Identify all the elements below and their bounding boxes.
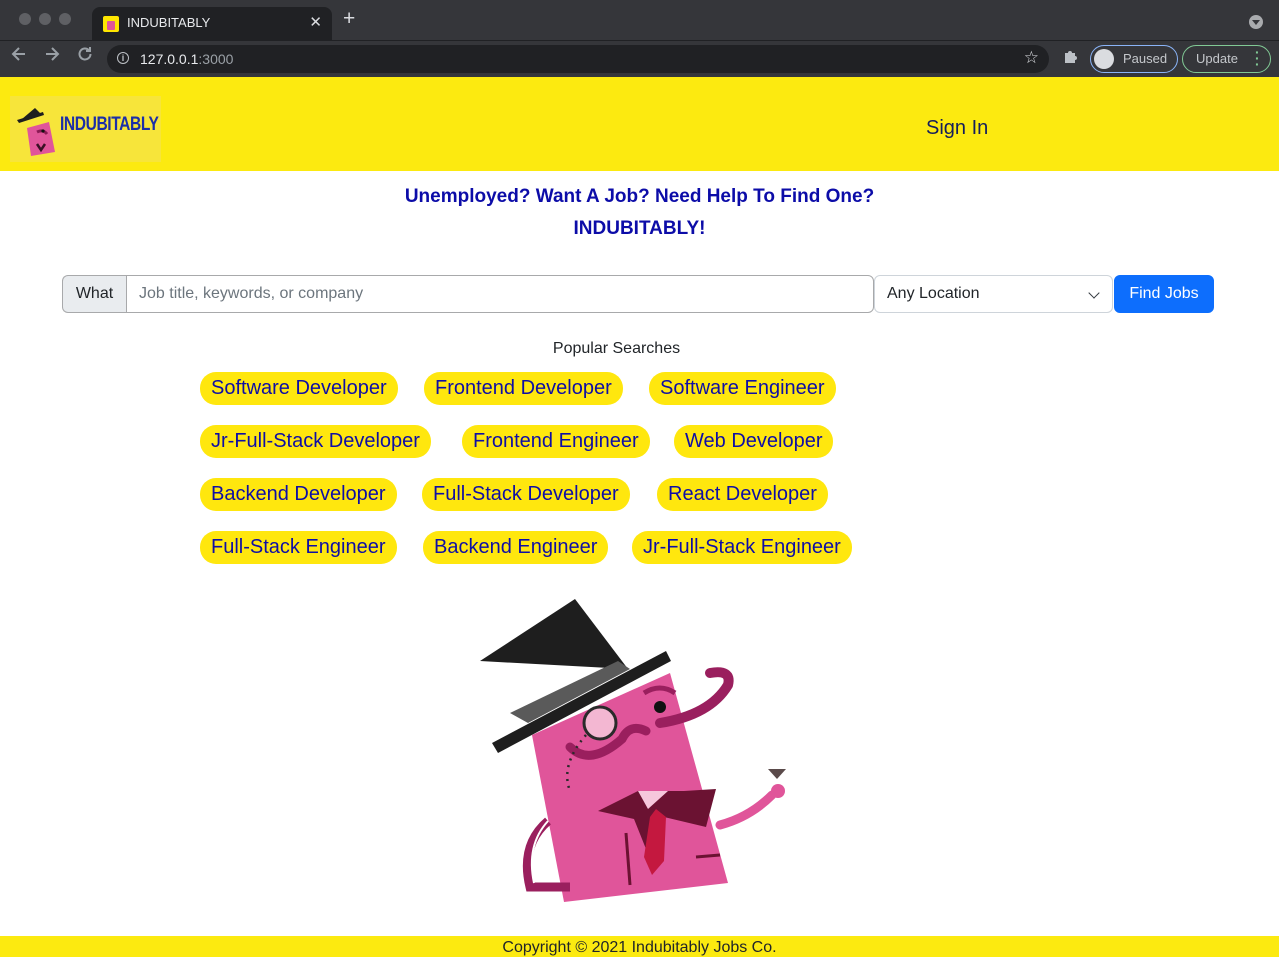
mascot-illustration [480, 599, 786, 902]
hero-tagline: Unemployed? Want A Job? Need Help To Fin… [0, 181, 1279, 245]
what-label: What [62, 275, 126, 313]
popular-search-chip[interactable]: Full-Stack Engineer [200, 531, 397, 564]
browser-toolbar: i 127.0.0.1:3000 ☆ Paused Update · · · [0, 40, 1279, 77]
popular-search-chip[interactable]: Full-Stack Developer [422, 478, 630, 511]
tab-title: INDUBITABLY [127, 15, 211, 30]
tab-close-icon[interactable]: ✕ [309, 13, 322, 31]
popular-search-chip[interactable]: React Developer [657, 478, 828, 511]
reload-icon[interactable] [76, 45, 94, 70]
hero-line-1: Unemployed? Want A Job? Need Help To Fin… [404, 186, 875, 207]
new-tab-icon[interactable]: + [343, 8, 355, 29]
extensions-puzzle-icon[interactable] [1063, 49, 1078, 64]
more-menu-icon[interactable]: · · · [1255, 45, 1260, 71]
location-select[interactable]: Any Location [874, 275, 1113, 313]
site-footer: Copyright © 2021 Indubitably Jobs Co. [0, 936, 1279, 957]
job-search-input[interactable] [126, 275, 874, 313]
popular-search-chip[interactable]: Software Engineer [649, 372, 836, 405]
chevron-down-icon [1088, 287, 1100, 299]
window-close-button[interactable] [19, 13, 31, 25]
update-button[interactable]: Update · · · [1182, 45, 1271, 73]
popular-searches-title: Popular Searches [552, 340, 681, 357]
popular-search-chip[interactable]: Software Developer [200, 372, 398, 405]
popular-search-chip[interactable]: Backend Developer [200, 478, 397, 511]
url-text: 127.0.0.1:3000 [140, 51, 234, 67]
browser-tab[interactable]: INDUBITABLY ✕ [92, 7, 332, 40]
tab-search-icon[interactable] [1249, 15, 1263, 29]
popular-search-chip[interactable]: Jr-Full-Stack Engineer [632, 531, 852, 564]
profile-status-label: Paused [1123, 51, 1168, 66]
popular-search-chip[interactable]: Jr-Full-Stack Developer [200, 425, 431, 458]
bookmark-star-icon[interactable]: ☆ [1024, 48, 1039, 68]
update-label: Update [1196, 51, 1238, 66]
popular-search-chip[interactable]: Frontend Engineer [462, 425, 650, 458]
tab-favicon-icon [103, 16, 119, 32]
mascot-logo-icon [17, 108, 55, 156]
address-bar[interactable]: i 127.0.0.1:3000 ☆ [107, 45, 1049, 73]
back-arrow-icon[interactable] [10, 45, 28, 70]
window-minimize-button[interactable] [39, 13, 51, 25]
window-zoom-button[interactable] [59, 13, 71, 25]
profile-paused-button[interactable]: Paused [1090, 45, 1178, 73]
popular-search-chip[interactable]: Web Developer [674, 425, 834, 458]
location-selected-value: Any Location [887, 285, 980, 302]
popular-search-chip[interactable]: Frontend Developer [424, 372, 623, 405]
copyright-text: Copyright © 2021 Indubitably Jobs Co. [502, 939, 777, 956]
avatar [1094, 49, 1114, 69]
browser-tab-strip: INDUBITABLY ✕ + [0, 0, 1279, 40]
logo-text: INDUBITABLY [60, 114, 159, 135]
site-info-icon[interactable]: i [117, 52, 129, 64]
hero-line-2: INDUBITABLY! [573, 218, 706, 239]
forward-arrow-icon[interactable] [43, 45, 61, 70]
popular-search-chip[interactable]: Backend Engineer [423, 531, 609, 564]
site-logo[interactable]: INDUBITABLY [10, 96, 161, 162]
sign-in-link[interactable]: Sign In [926, 117, 988, 140]
find-jobs-button[interactable]: Find Jobs [1114, 275, 1214, 313]
site-header: INDUBITABLY Sign In [0, 77, 1279, 171]
